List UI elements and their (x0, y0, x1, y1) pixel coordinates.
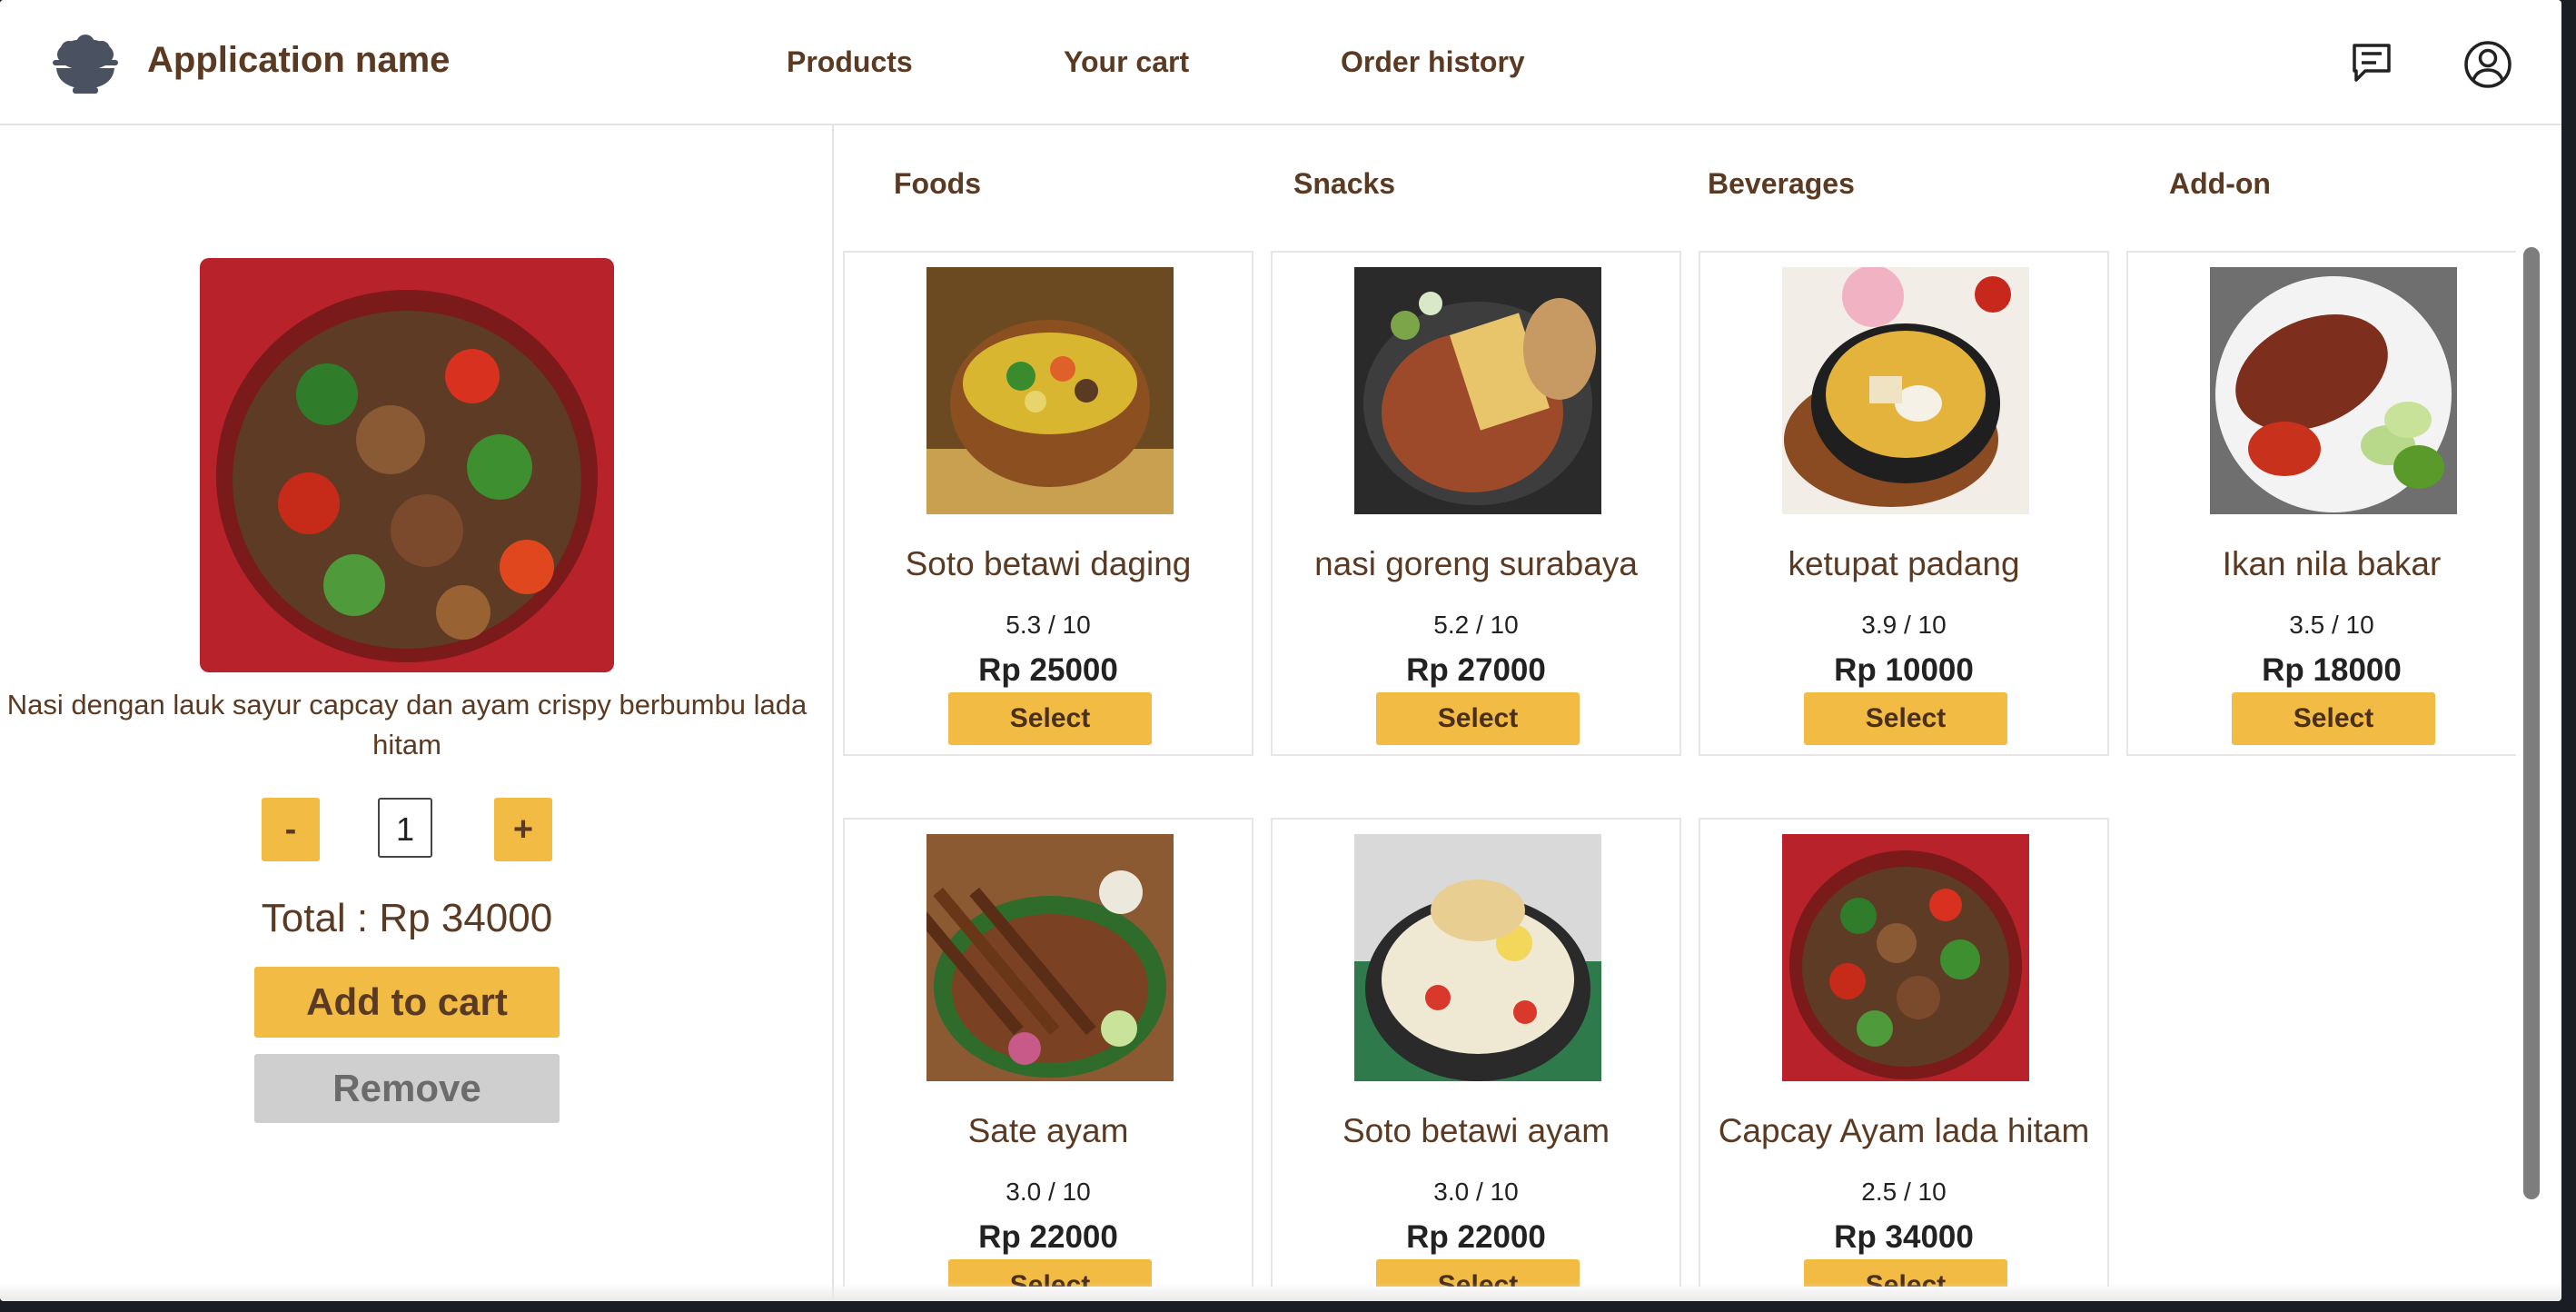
chat-icon[interactable] (2351, 42, 2393, 84)
product-card: Soto betawi ayam 3.0 / 10 Rp 22000 Selec… (1271, 818, 1681, 1287)
product-image (926, 834, 1174, 1081)
top-bar: Application name Products Your cart Orde… (0, 0, 2561, 125)
product-card: Sate ayam 3.0 / 10 Rp 22000 Select (843, 818, 1253, 1287)
select-button[interactable]: Select (1804, 692, 2007, 745)
product-card: nasi goreng surabaya 5.2 / 10 Rp 27000 S… (1271, 251, 1681, 756)
nav-products[interactable]: Products (787, 45, 913, 79)
product-image (1782, 267, 2029, 514)
product-name: Ikan nila bakar (2222, 545, 2442, 582)
product-detail-panel: Nasi dengan lauk sayur capcay dan ayam c… (0, 125, 834, 1301)
selected-product-image (200, 258, 614, 672)
product-price: Rp 22000 (978, 1219, 1118, 1255)
product-price: Rp 27000 (1406, 652, 1546, 688)
product-description: Nasi dengan lauk sayur capcay dan ayam c… (6, 689, 807, 760)
product-rating: 5.2 / 10 (1433, 611, 1519, 639)
remove-button[interactable]: Remove (254, 1054, 560, 1123)
user-icon[interactable] (2463, 40, 2512, 89)
product-price: Rp 18000 (2262, 652, 2402, 688)
product-price: Rp 34000 (1834, 1219, 1974, 1255)
product-name: Capcay Ayam lada hitam (1718, 1112, 2090, 1149)
tab-foods[interactable]: Foods (894, 167, 981, 201)
order-total: Total : Rp 34000 (261, 896, 553, 940)
product-card: Capcay Ayam lada hitam 2.5 / 10 Rp 34000… (1699, 818, 2109, 1287)
bottom-edge-shadow (0, 1283, 2561, 1301)
product-name: Soto betawi ayam (1342, 1112, 1610, 1149)
app-window: Application name Products Your cart Orde… (0, 0, 2561, 1301)
product-rating: 3.5 / 10 (2289, 611, 2374, 639)
scrollbar-thumb[interactable] (2523, 247, 2540, 1199)
product-image (1354, 267, 1601, 514)
decrease-quantity-button[interactable]: - (262, 798, 320, 861)
product-image (926, 267, 1174, 514)
select-button[interactable]: Select (2232, 692, 2435, 745)
product-name: Sate ayam (967, 1112, 1129, 1149)
product-card: Ikan nila bakar 3.5 / 10 Rp 18000 Select (2126, 251, 2516, 756)
product-image (1354, 834, 1601, 1081)
select-button[interactable]: Select (948, 692, 1152, 745)
product-price: Rp 22000 (1406, 1219, 1546, 1255)
select-button[interactable]: Select (1376, 692, 1580, 745)
product-rating: 3.0 / 10 (1433, 1178, 1519, 1206)
product-card: ketupat padang 3.9 / 10 Rp 10000 Select (1699, 251, 2109, 756)
increase-quantity-button[interactable]: + (494, 798, 552, 861)
add-to-cart-button[interactable]: Add to cart (254, 967, 560, 1038)
product-rating: 5.3 / 10 (1006, 611, 1091, 639)
product-name: nasi goreng surabaya (1314, 545, 1638, 582)
product-rating: 3.9 / 10 (1861, 611, 1947, 639)
product-image (2210, 267, 2457, 514)
product-name: Soto betawi daging (905, 545, 1192, 582)
product-rating: 2.5 / 10 (1861, 1178, 1947, 1206)
tab-snacks[interactable]: Snacks (1293, 167, 1395, 201)
product-rating: 3.0 / 10 (1006, 1178, 1091, 1206)
product-card: Soto betawi daging 5.3 / 10 Rp 25000 Sel… (843, 251, 1253, 756)
product-grid: Soto betawi daging 5.3 / 10 Rp 25000 Sel… (834, 245, 2516, 1287)
tab-beverages[interactable]: Beverages (1708, 167, 1855, 201)
product-image (1782, 834, 2029, 1081)
rice-bowl-icon (53, 35, 118, 94)
tab-add-on[interactable]: Add-on (2169, 167, 2271, 201)
app-title: Application name (147, 40, 451, 80)
nav-your-cart[interactable]: Your cart (1064, 45, 1189, 79)
quantity-input[interactable]: 1 (378, 798, 432, 858)
product-price: Rp 10000 (1834, 652, 1974, 688)
nav-order-history[interactable]: Order history (1341, 45, 1525, 79)
product-price: Rp 25000 (978, 652, 1118, 688)
product-name: ketupat padang (1788, 545, 2020, 582)
